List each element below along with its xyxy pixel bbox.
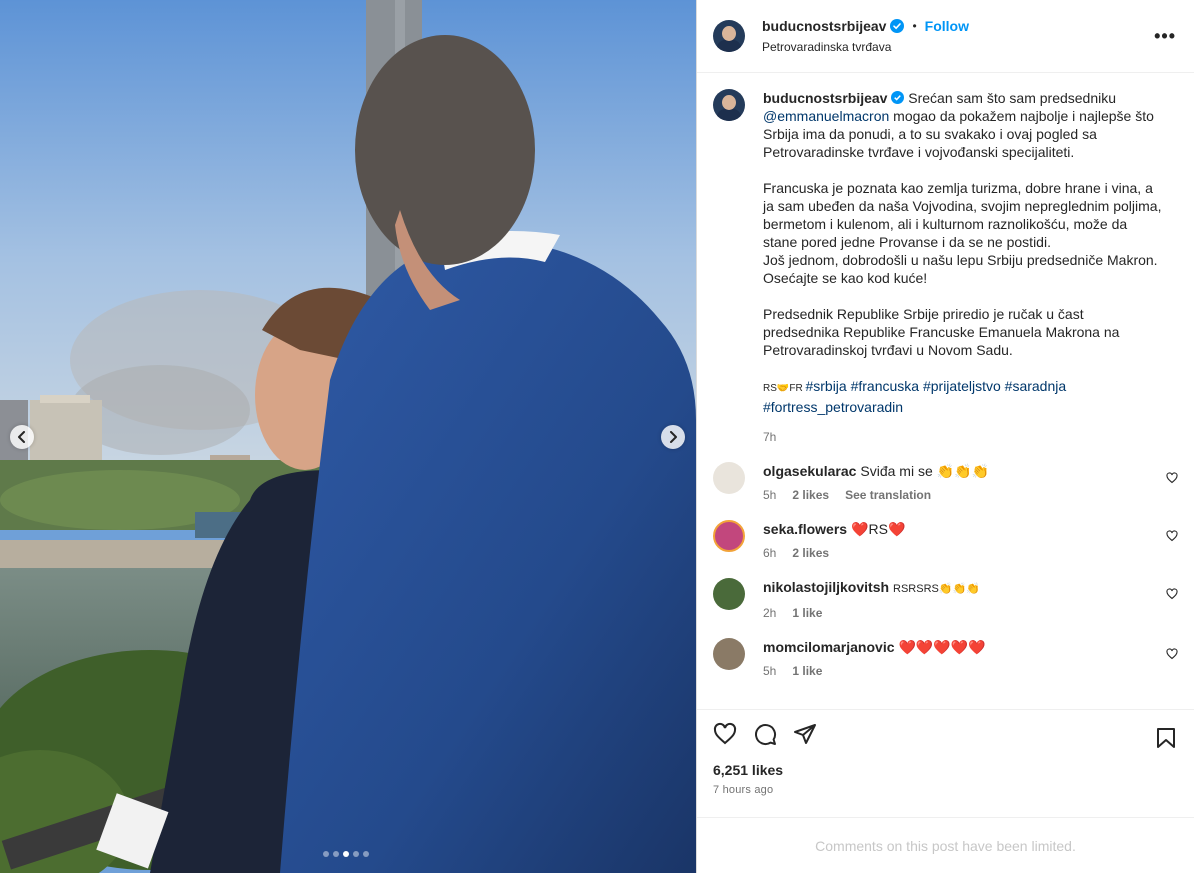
comment-like-icon[interactable] — [1166, 648, 1178, 660]
post-caption: buducnostsrbijeav Srećan sam što sam pre… — [713, 89, 1178, 444]
carousel-dot-active — [343, 851, 349, 857]
commenter-avatar[interactable] — [713, 638, 745, 670]
chevron-left-icon — [18, 431, 25, 443]
post-actions: 6,251 likes 7 hours ago — [697, 709, 1194, 817]
post-location[interactable]: Petrovaradinska tvrđava — [762, 40, 969, 54]
commenter-avatar[interactable] — [713, 462, 745, 494]
verified-badge-icon — [890, 19, 905, 33]
comment-username[interactable]: nikolastojiljkovitsh — [763, 579, 889, 595]
commenter-avatar[interactable] — [713, 578, 745, 610]
bookmark-icon[interactable] — [1154, 726, 1178, 750]
comment-likes[interactable]: 2 likes — [792, 488, 829, 502]
commenter-avatar[interactable] — [713, 520, 745, 552]
caption-username[interactable]: buducnostsrbijeav — [763, 90, 887, 106]
carousel-dot — [353, 851, 359, 857]
comment-time[interactable]: 5h — [763, 664, 776, 678]
share-icon[interactable] — [793, 722, 817, 746]
likes-count[interactable]: 6,251 likes — [713, 762, 1178, 778]
comment-item: seka.flowers ❤️RS❤️ 6h 2 likes — [713, 520, 1178, 560]
caption-avatar[interactable] — [713, 89, 745, 121]
carousel-indicator — [323, 851, 369, 857]
comment-item: olgasekularac Sviđa mi se 👏👏👏 5h 2 likes … — [713, 462, 1178, 502]
caption-paragraph-2: Francuska je poznata kao zemlja turizma,… — [763, 180, 1162, 286]
comment-username[interactable]: seka.flowers — [763, 521, 847, 537]
post-timestamp[interactable]: 7 hours ago — [713, 784, 1178, 796]
hashtag-links[interactable]: #srbija #francuska #prijateljstvo #sarad… — [763, 378, 1066, 415]
comment-like-icon[interactable] — [1166, 472, 1178, 484]
comment-text: RSRSRS👏👏👏 — [893, 583, 980, 595]
author-username[interactable]: buducnostsrbijeav — [762, 18, 886, 34]
chevron-right-icon — [670, 431, 677, 443]
comment-icon[interactable] — [753, 722, 777, 746]
comment-like-icon[interactable] — [1166, 588, 1178, 600]
comments-section: buducnostsrbijeav Srećan sam što sam pre… — [697, 73, 1194, 709]
mention-link[interactable]: @emmanuelmacron — [763, 108, 889, 124]
comment-item: nikolastojiljkovitsh RSRSRS👏👏👏 2h 1 like — [713, 578, 1178, 620]
more-options-button[interactable]: ••• — [1154, 26, 1176, 47]
comment-text: ❤️❤️❤️❤️❤️ — [898, 639, 986, 655]
comment-username[interactable]: olgasekularac — [763, 463, 856, 479]
carousel-next-button[interactable] — [661, 425, 685, 449]
separator-dot: • — [912, 19, 917, 33]
verified-badge-icon — [891, 91, 905, 104]
heart-icon[interactable] — [713, 722, 737, 746]
carousel-dot — [323, 851, 329, 857]
post-header: buducnostsrbijeav • Follow Petrovaradins… — [697, 0, 1194, 73]
photo-scene — [0, 0, 696, 873]
comment-likes[interactable]: 1 like — [792, 606, 822, 620]
caption-line1: Srećan sam što sam predsedniku — [908, 90, 1117, 106]
see-translation-link[interactable]: See translation — [845, 488, 931, 502]
follow-button[interactable]: Follow — [925, 18, 969, 34]
carousel-dot — [333, 851, 339, 857]
comment-username[interactable]: momcilomarjanovic — [763, 639, 895, 655]
comment-likes[interactable]: 2 likes — [792, 546, 829, 560]
author-avatar[interactable] — [713, 20, 745, 52]
comment-like-icon[interactable] — [1166, 530, 1178, 542]
comment-likes[interactable]: 1 like — [792, 664, 822, 678]
comment-time[interactable]: 2h — [763, 606, 776, 620]
instagram-post: buducnostsrbijeav • Follow Petrovaradins… — [0, 0, 1194, 873]
comment-text: ❤️RS❤️ — [851, 521, 906, 537]
caption-text: buducnostsrbijeav Srećan sam što sam pre… — [763, 89, 1163, 416]
caption-flags: RS🤝FR — [763, 383, 806, 394]
carousel-dot — [363, 851, 369, 857]
post-photo[interactable] — [0, 0, 696, 873]
caption-timestamp[interactable]: 7h — [763, 430, 1163, 444]
post-side-panel: buducnostsrbijeav • Follow Petrovaradins… — [696, 0, 1194, 873]
carousel-prev-button[interactable] — [10, 425, 34, 449]
comment-item: momcilomarjanovic ❤️❤️❤️❤️❤️ 5h 1 like — [713, 638, 1178, 678]
comment-time[interactable]: 6h — [763, 546, 776, 560]
comments-limited-notice: Comments on this post have been limited. — [697, 817, 1194, 873]
caption-paragraph-3: Predsednik Republike Srbije priredio je … — [763, 306, 1120, 358]
comment-time[interactable]: 5h — [763, 488, 776, 502]
comment-text: Sviđa mi se 👏👏👏 — [860, 463, 989, 479]
